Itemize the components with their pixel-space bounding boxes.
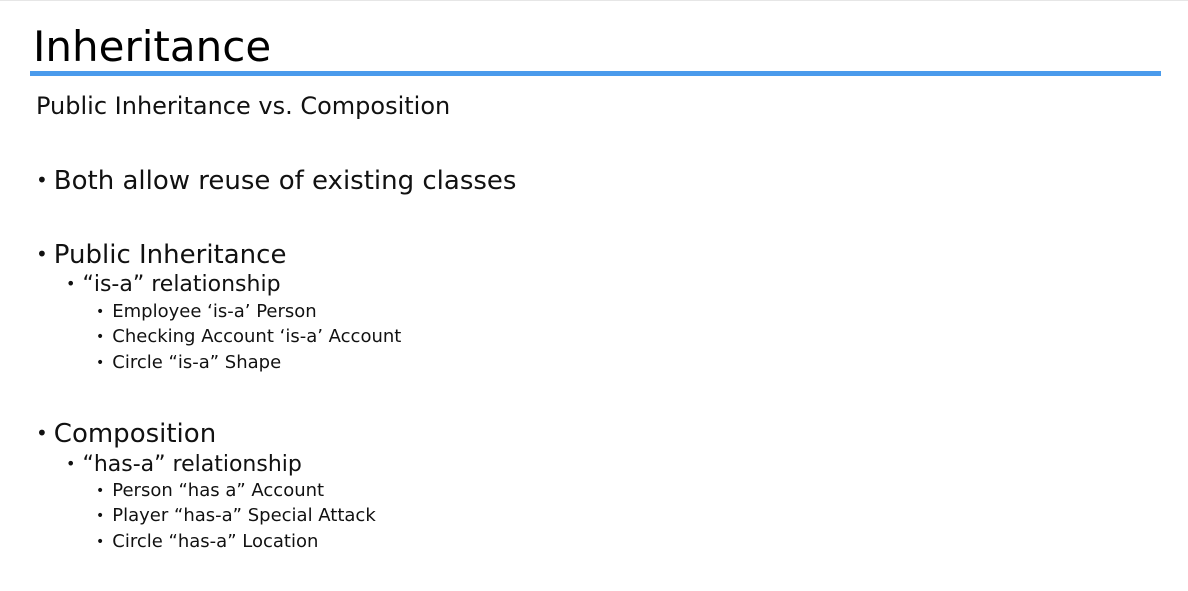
example-item: • Person “has a” Account [96,479,324,503]
example-text: Circle “is-a” Shape [112,352,282,373]
bullet-glyph: • [96,534,105,550]
example-item: • Employee ‘is-a’ Person [96,300,317,324]
example-text: Player “has-a” Special Attack [112,505,376,526]
bullet-reuse: • Both allow reuse of existing classes [36,163,516,198]
example-text: Person “has a” Account [112,480,325,501]
example-text: Checking Account ‘is-a’ Account [112,326,402,347]
bullet-glyph: • [36,168,48,192]
bullet-public-inheritance: • Public Inheritance [36,237,286,272]
bullet-text: Both allow reuse of existing classes [53,166,517,196]
example-item: • Checking Account ‘is-a’ Account [96,325,401,349]
sub-bullet-is-a-relationship: • “is-a” relationship [66,270,281,299]
sub-bullet-text: “is-a” relationship [82,272,281,297]
example-text: Circle “has-a” Location [112,531,319,552]
bullet-glyph: • [36,421,48,445]
bullet-glyph: • [96,483,105,499]
bullet-glyph: • [96,304,105,320]
bullet-glyph: • [96,508,105,524]
sub-bullet-has-a-relationship: • “has-a” relationship [66,450,302,479]
bullet-glyph: • [66,274,76,293]
slide-title: Inheritance [33,22,272,71]
bullet-glyph: • [96,329,105,345]
bullet-composition: • Composition [36,416,216,451]
slide-subtitle: Public Inheritance vs. Composition [36,92,451,120]
title-underline [30,71,1161,76]
example-item: • Circle “is-a” Shape [96,351,281,375]
example-text: Employee ‘is-a’ Person [112,301,317,322]
sub-bullet-text: “has-a” relationship [82,452,302,477]
bullet-glyph: • [36,242,48,266]
example-item: • Player “has-a” Special Attack [96,504,376,528]
example-item: • Circle “has-a” Location [96,530,318,554]
slide: Inheritance Public Inheritance vs. Compo… [0,0,1188,591]
bullet-glyph: • [66,454,76,473]
bullet-text: Public Inheritance [53,240,287,270]
bullet-glyph: • [96,355,105,371]
bullet-text: Composition [53,419,217,449]
